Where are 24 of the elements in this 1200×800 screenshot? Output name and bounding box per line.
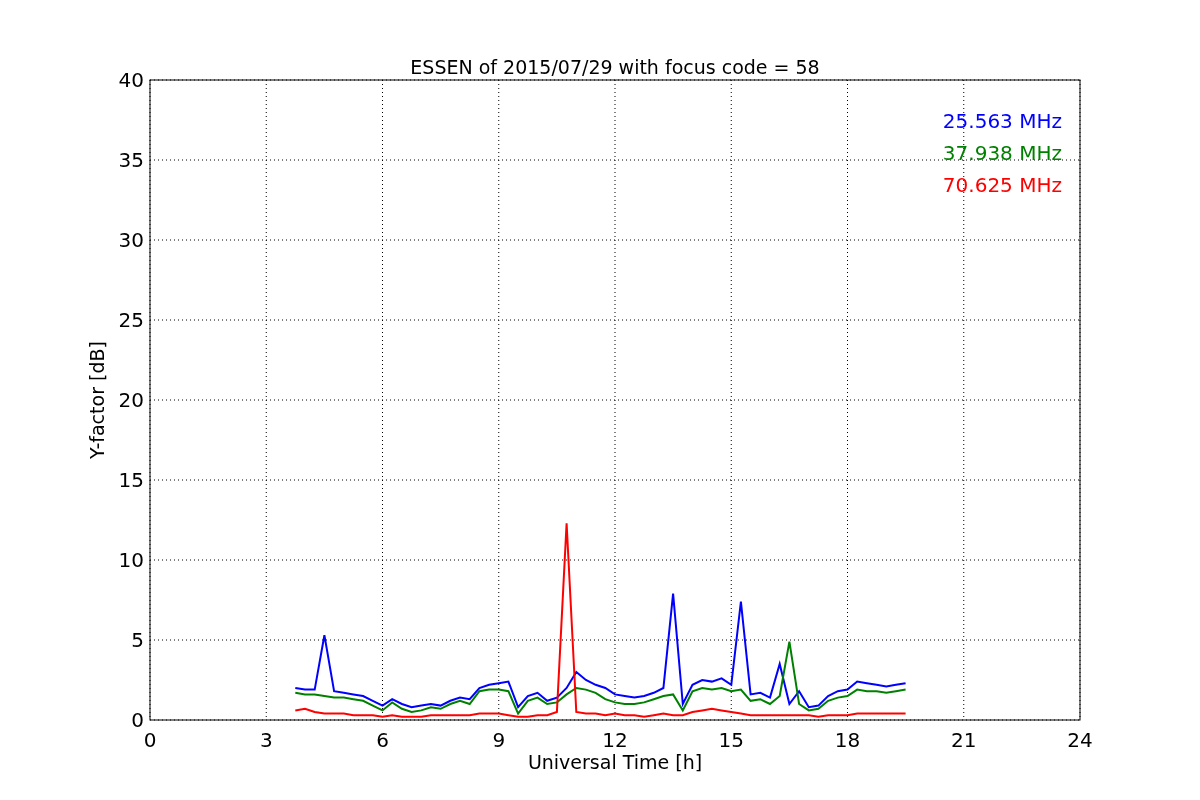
x-tick-label: 24 (1067, 728, 1093, 752)
y-tick-label: 0 (131, 708, 144, 732)
legend-label: 70.625 MHz (942, 173, 1062, 197)
y-tick-label: 25 (118, 308, 144, 332)
x-tick-label: 18 (834, 728, 861, 752)
x-axis-label: Universal Time [h] (527, 751, 703, 773)
y-tick-label: 10 (118, 548, 144, 572)
y-tick-label: 20 (118, 388, 144, 412)
chart-title: ESSEN of 2015/07/29 with focus code = 58 (410, 56, 820, 78)
legend-label: 25.563 MHz (942, 109, 1062, 133)
x-tick-label: 15 (718, 728, 744, 752)
legend-label: 37.938 MHz (942, 141, 1062, 165)
y-tick-label: 30 (118, 228, 144, 252)
x-tick-label: 6 (376, 728, 389, 752)
x-tick-label: 0 (143, 728, 157, 752)
x-tick-label: 21 (951, 728, 977, 752)
y-tick-label: 15 (118, 468, 144, 492)
x-tick-label: 9 (492, 728, 506, 752)
y-tick-label: 40 (118, 68, 144, 92)
y-tick-label: 5 (131, 628, 144, 652)
x-tick-label: 3 (259, 728, 273, 752)
y-tick-label: 35 (118, 148, 144, 172)
y-axis-label: Y-factor [dB] (86, 341, 108, 459)
x-tick-label: 12 (602, 728, 628, 752)
